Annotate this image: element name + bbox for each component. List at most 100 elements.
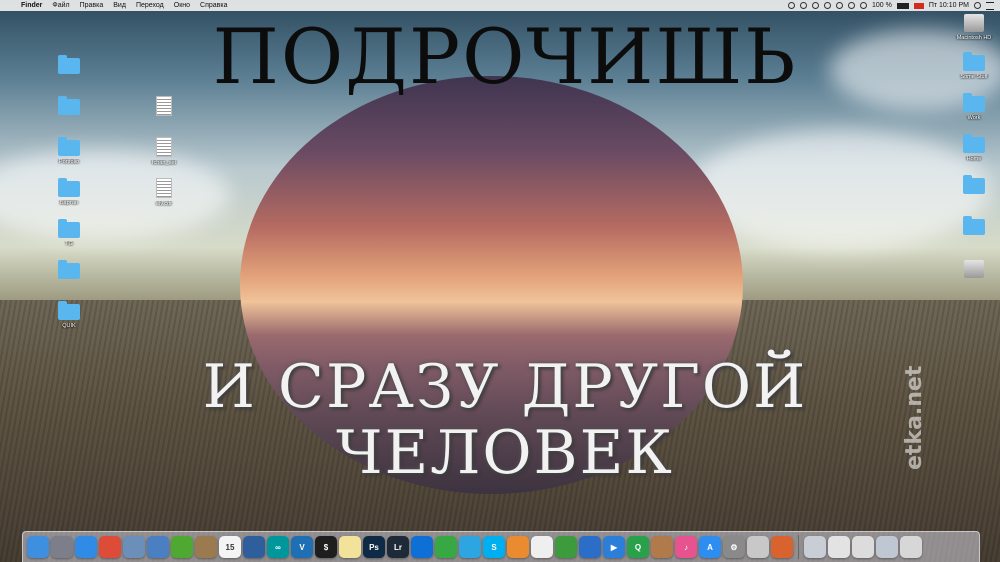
vscode-icon[interactable]: V [291,536,313,558]
desktop-item-folder[interactable]: QUIK [47,301,91,329]
desktop-item-drive[interactable]: Macintosh HD [952,14,996,41]
trash-icon[interactable] [900,536,922,558]
menu-window[interactable]: Окно [169,0,195,11]
numbers-icon[interactable] [555,536,577,558]
pinwheel-icon[interactable] [507,536,529,558]
desktop-icon-label: Бартан [59,200,79,206]
menu-app-finder[interactable]: Finder [16,0,47,11]
notes-icon[interactable] [339,536,361,558]
dock-separator [798,535,799,559]
battery-icon[interactable] [896,2,909,9]
folder-icon [963,52,985,71]
launchpad-icon[interactable] [51,536,73,558]
menu-file[interactable]: Файл [47,0,74,11]
itunes-icon[interactable]: ♪ [675,536,697,558]
stack-images-icon[interactable] [876,536,898,558]
safari-icon[interactable] [75,536,97,558]
desktop-item-folder[interactable] [47,55,91,77]
textedit-icon[interactable] [531,536,553,558]
script-icon[interactable] [747,536,769,558]
terminal-icon[interactable]: $ [315,536,337,558]
desktop-icon-label: Some Stuff [960,74,988,80]
folder-icon [58,55,80,74]
calendar-icon[interactable]: 15 [219,536,241,558]
desktop-icon-label: Home [966,156,982,162]
desktop-item-doc[interactable]: fchart_set [142,137,186,166]
menu-go[interactable]: Переход [131,0,169,11]
archive-icon[interactable] [195,536,217,558]
desktop-item-folder[interactable] [952,216,996,238]
notification-center-icon[interactable] [986,1,994,10]
folder-icon [963,93,985,112]
battery-percent[interactable]: 100 % [872,0,892,11]
teamviewer-icon[interactable] [411,536,433,558]
wifi-icon[interactable] [847,2,855,9]
wallpaper-watermark: etka.net [902,365,927,470]
folder-icon [58,219,80,238]
iphoto-icon[interactable] [243,536,265,558]
bluetooth-icon[interactable] [835,2,843,9]
status-info-icon[interactable] [811,2,819,9]
status-app-icon[interactable] [787,2,795,9]
status-timemachine-icon[interactable] [823,2,831,9]
folder-icon [58,301,80,320]
q-app-icon[interactable]: Q [627,536,649,558]
doc-icon [156,178,172,198]
drive-icon [964,260,984,278]
doc-icon [156,96,172,116]
stack-screenshots-icon[interactable] [804,536,826,558]
quicktime-icon[interactable]: ▶ [603,536,625,558]
desktop-icon-label: elv.cdr [156,201,172,207]
desktop-item-folder[interactable]: TG [47,219,91,247]
folder-icon [58,260,80,279]
desktop-item-folder[interactable] [952,175,996,197]
wallpaper-bottom-text-line2: ЧЕЛОВЕК [336,418,674,488]
photoshop-icon[interactable]: Ps [363,536,385,558]
preview-icon[interactable] [123,536,145,558]
system-preferences-icon[interactable]: ⚙ [723,536,745,558]
chrome-icon[interactable] [99,536,121,558]
desktop-item-folder[interactable] [47,96,91,118]
dock: 15 ∞ V $ Ps Lr S ▶ Q ♪ A ⚙ [22,531,980,562]
menu-bar-clock[interactable]: Пт 10:10 PM [929,0,969,11]
wallpaper-cloud [0,150,230,240]
desktop[interactable]: ПОДРОЧИШЬ И СРАЗУ ДРУГОЙ ЧЕЛОВЕК etka.ne… [0,0,1000,562]
keynote-icon[interactable] [579,536,601,558]
desktop-item-folder[interactable] [47,260,91,282]
folder-icon [963,175,985,194]
lightroom-icon[interactable]: Lr [387,536,409,558]
arduino-icon[interactable]: ∞ [267,536,289,558]
spotlight-search-icon[interactable] [974,2,981,9]
menu-help[interactable]: Справка [195,0,232,11]
skype-icon[interactable]: S [483,536,505,558]
desktop-item-folder[interactable]: Бартан [47,178,91,206]
finder-icon[interactable] [27,536,49,558]
desktop-item-drive[interactable] [952,260,996,281]
facetime-icon[interactable] [435,536,457,558]
status-sync-icon[interactable] [799,2,807,9]
wallpaper-top-text: ПОДРОЧИШЬ [212,12,798,101]
photos-icon[interactable] [147,536,169,558]
firefox-icon[interactable] [771,536,793,558]
folder-icon [58,178,80,197]
stack-downloads-icon[interactable] [852,536,874,558]
folder-icon [963,216,985,235]
contacts-icon[interactable] [651,536,673,558]
desktop-item-folder[interactable]: Portfolio [47,137,91,165]
menu-bar: Finder Файл Правка Вид Переход Окно Спра… [0,0,1000,11]
input-source-flag-icon[interactable] [913,2,924,9]
desktop-item-doc[interactable] [142,96,186,119]
desktop-item-folder[interactable]: Work [952,93,996,121]
volume-icon[interactable] [859,2,867,9]
desktop-icon-label: QUIK [62,323,76,329]
desktop-item-folder[interactable]: Some Stuff [952,52,996,80]
desktop-item-folder[interactable]: Home [952,134,996,162]
menu-edit[interactable]: Правка [75,0,109,11]
stack-documents-icon[interactable] [828,536,850,558]
appstore-icon[interactable]: A [699,536,721,558]
leaf-app-icon[interactable] [171,536,193,558]
menu-view[interactable]: Вид [108,0,131,11]
desktop-item-doc[interactable]: elv.cdr [142,178,186,207]
telegram-icon[interactable] [459,536,481,558]
folder-icon [58,96,80,115]
